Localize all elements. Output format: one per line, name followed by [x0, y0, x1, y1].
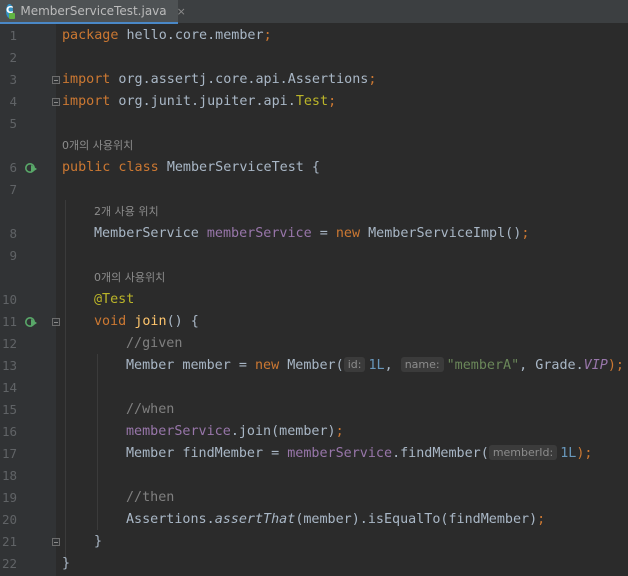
editor-tab-bar: C MemberServiceTest.java ×: [0, 0, 628, 24]
code-line: 7: [0, 179, 628, 201]
comment: //given: [126, 336, 183, 351]
line-number: 3: [9, 72, 17, 87]
code-text: Assertions.assertThat(member).isEqualTo(…: [126, 512, 546, 527]
param-hint: id:: [343, 357, 366, 372]
line-number: 6: [9, 160, 17, 175]
java-class-icon: C: [6, 4, 16, 19]
code-line: 19 //then: [0, 487, 628, 509]
line-number: 4: [9, 94, 17, 109]
usage-hint-row: 0개의 사용위치: [0, 267, 628, 289]
code-line: 12 //given: [0, 333, 628, 355]
code-text: import org.junit.jupiter.api.Test;: [62, 94, 337, 109]
code-line: 17 Member findMember = memberService.fin…: [0, 443, 628, 465]
line-number: 22: [1, 556, 17, 571]
code-text: package hello.core.member;: [62, 28, 272, 43]
line-number: 7: [9, 182, 17, 197]
run-test-icon[interactable]: [25, 316, 37, 328]
code-line: 15 //when: [0, 399, 628, 421]
code-line: 8 MemberService memberService = new Memb…: [0, 223, 628, 245]
line-number: 11: [1, 314, 17, 329]
line-number: 18: [1, 468, 17, 483]
code-text: public class MemberServiceTest {: [62, 160, 320, 175]
line-number: 10: [1, 292, 17, 307]
fold-toggle[interactable]: [52, 318, 60, 326]
code-text: @Test: [94, 292, 135, 307]
usage-hint[interactable]: 2개 사용 위치: [94, 201, 159, 223]
code-text: import org.assertj.core.api.Assertions;: [62, 72, 377, 87]
code-line: 1 package hello.core.member;: [0, 25, 628, 47]
usage-hint-row: 2개 사용 위치: [0, 201, 628, 223]
code-line: 4 import org.junit.jupiter.api.Test;: [0, 91, 628, 113]
fold-toggle[interactable]: [52, 98, 60, 106]
code-line: 9: [0, 245, 628, 267]
code-text: memberService.join(member);: [126, 424, 344, 439]
line-number: 15: [1, 402, 17, 417]
line-number: 13: [1, 358, 17, 373]
usage-hint-row: 0개의 사용위치: [0, 135, 628, 157]
usage-hint[interactable]: 0개의 사용위치: [94, 267, 165, 289]
line-number: 12: [1, 336, 17, 351]
code-line: 5: [0, 113, 628, 135]
line-number: 2: [9, 50, 17, 65]
comment: //when: [126, 402, 175, 417]
line-number: 19: [1, 490, 17, 505]
close-icon[interactable]: ×: [177, 5, 186, 18]
fold-toggle[interactable]: [52, 538, 60, 546]
line-number: 16: [1, 424, 17, 439]
code-line: 21 }: [0, 531, 628, 553]
line-number: 20: [1, 512, 17, 527]
param-hint: name:: [400, 357, 444, 372]
line-number: 14: [1, 380, 17, 395]
code-text: void join() {: [94, 314, 199, 329]
code-line: 10 @Test: [0, 289, 628, 311]
tab-member-service-test[interactable]: C MemberServiceTest.java ×: [0, 0, 186, 24]
code-text: }: [62, 556, 71, 571]
line-number: 21: [1, 534, 17, 549]
param-hint: memberId:: [488, 445, 558, 460]
line-number: 17: [1, 446, 17, 461]
usage-hint[interactable]: 0개의 사용위치: [62, 135, 133, 157]
code-text: }: [94, 534, 103, 549]
line-number: 1: [9, 28, 17, 43]
code-line: 22 }: [0, 553, 628, 575]
line-number: 9: [9, 248, 17, 263]
code-text: MemberService memberService = new Member…: [94, 226, 530, 241]
line-number: 5: [9, 116, 17, 131]
line-number: 8: [9, 226, 17, 241]
code-line: 3 import org.assertj.core.api.Assertions…: [0, 69, 628, 91]
code-line: 16 memberService.join(member);: [0, 421, 628, 443]
code-line: 14: [0, 377, 628, 399]
code-line: 11 void join() {: [0, 311, 628, 333]
comment: //then: [126, 490, 175, 505]
code-line: 2: [0, 47, 628, 69]
code-line: 20 Assertions.assertThat(member).isEqual…: [0, 509, 628, 531]
code-text: Member member = new Member(id: 1L, name: "…: [126, 357, 624, 373]
code-line: 13 Member member = new Member(id: 1L, nam…: [0, 355, 628, 377]
code-line: 6 public class MemberServiceTest {: [0, 157, 628, 179]
code-line: 18: [0, 465, 628, 487]
code-text: Member findMember = memberService.findMe…: [126, 445, 593, 461]
fold-toggle[interactable]: [52, 76, 60, 84]
tab-title: MemberServiceTest.java: [20, 4, 167, 18]
run-test-icon[interactable]: [25, 162, 37, 174]
